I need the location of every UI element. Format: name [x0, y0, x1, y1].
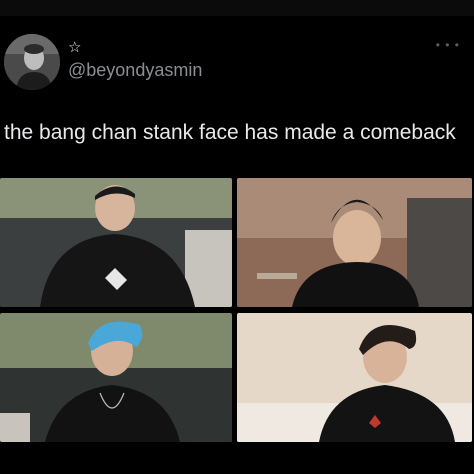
- avatar[interactable]: [4, 34, 60, 90]
- display-name[interactable]: ☆: [68, 38, 81, 56]
- media-photo-top-right[interactable]: [237, 178, 472, 307]
- tweet-text: the bang chan stank face has made a come…: [4, 121, 456, 144]
- media-photo-bottom-left[interactable]: [0, 313, 232, 442]
- avatar-photo: [4, 34, 60, 90]
- user-handle[interactable]: @beyondyasmin: [68, 60, 202, 81]
- top-bar: [0, 0, 474, 16]
- media-photo-top-left[interactable]: [0, 178, 232, 307]
- media-grid: [0, 178, 474, 446]
- media-photo-bottom-right[interactable]: [237, 313, 472, 442]
- more-dots-icon[interactable]: • • •: [436, 38, 460, 52]
